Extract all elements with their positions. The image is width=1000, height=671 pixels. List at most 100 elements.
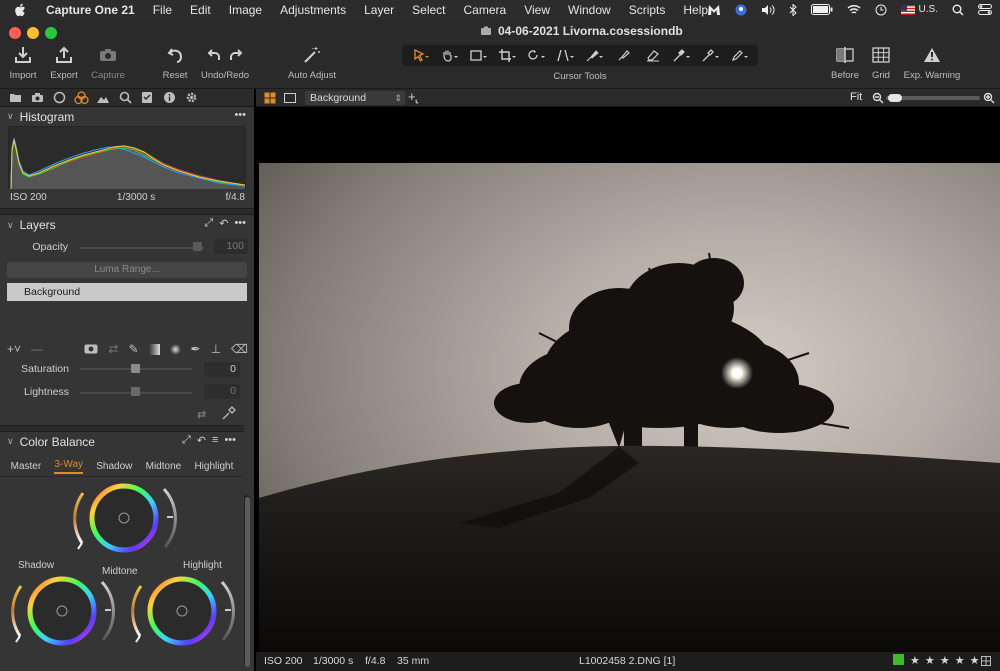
- capture-button[interactable]: Capture: [89, 44, 127, 81]
- menu-window[interactable]: Window: [568, 3, 611, 17]
- time-machine-icon[interactable]: [875, 4, 887, 16]
- show-mask-icon[interactable]: [84, 344, 98, 354]
- zoom-slider-handle[interactable]: [888, 94, 902, 102]
- grid-toggle-icon[interactable]: [981, 656, 991, 666]
- opacity-slider-handle[interactable]: [193, 242, 202, 251]
- heal-brush-icon[interactable]: ✒: [191, 342, 201, 356]
- tab-highlight[interactable]: Highlight: [194, 461, 233, 472]
- more-options-icon[interactable]: •••: [234, 217, 246, 230]
- swap-mask-icon[interactable]: ⇄: [108, 342, 118, 356]
- user-account-icon[interactable]: [735, 4, 747, 16]
- reset-tool-icon[interactable]: ↶: [197, 434, 206, 447]
- minimize-window-button[interactable]: [27, 27, 39, 39]
- erase-mask-icon[interactable]: ⌫: [231, 342, 248, 356]
- tab-lens[interactable]: [51, 91, 67, 105]
- wb-cursor-tool[interactable]: [697, 47, 725, 64]
- linear-gradient-icon[interactable]: [148, 343, 160, 355]
- reset-button[interactable]: Reset: [160, 44, 190, 81]
- tab-library[interactable]: [7, 91, 23, 105]
- collapse-chevron-icon[interactable]: ∨: [7, 111, 14, 122]
- volume-icon[interactable]: [761, 4, 775, 16]
- undo-redo-button[interactable]: Undo/Redo: [199, 44, 251, 81]
- auto-adjust-button[interactable]: Auto Adjust: [284, 44, 340, 81]
- tab-adjustments[interactable]: [139, 91, 155, 105]
- tab-color[interactable]: [73, 90, 89, 105]
- menu-select[interactable]: Select: [412, 3, 445, 17]
- malwarebytes-icon[interactable]: [707, 4, 721, 16]
- more-options-icon[interactable]: •••: [224, 434, 236, 447]
- zoom-out-icon[interactable]: [872, 92, 884, 104]
- lightness-value[interactable]: 0: [204, 384, 240, 399]
- layers-header[interactable]: ∨ Layers ⤢ ↶ •••: [0, 215, 254, 235]
- tab-master[interactable]: Master: [11, 461, 42, 472]
- swap-icon[interactable]: ⇄: [197, 408, 206, 421]
- app-menu[interactable]: Capture One 21: [46, 3, 135, 17]
- multi-view-icon[interactable]: [264, 92, 276, 104]
- draw-mask-icon[interactable]: ✎: [128, 342, 138, 356]
- color-tag-badge[interactable]: [893, 654, 904, 665]
- expand-icon[interactable]: ⤢: [204, 217, 213, 230]
- tab-settings[interactable]: [183, 91, 199, 105]
- panel-scrollbar-thumb[interactable]: [245, 497, 250, 667]
- brush-cursor-tool[interactable]: [581, 47, 609, 64]
- collapse-chevron-icon[interactable]: ∨: [7, 436, 14, 447]
- gradient-cursor-tool[interactable]: [610, 47, 638, 64]
- crop-cursor-tool[interactable]: [494, 47, 522, 64]
- histogram-header[interactable]: ∨ Histogram •••: [0, 107, 254, 126]
- eraser-cursor-tool[interactable]: [639, 47, 667, 64]
- opacity-slider[interactable]: [80, 247, 204, 249]
- before-button[interactable]: Before: [828, 44, 862, 81]
- wifi-icon[interactable]: [847, 4, 861, 15]
- add-layer-icon[interactable]: +˅: [7, 342, 21, 356]
- menu-image[interactable]: Image: [229, 3, 262, 17]
- apple-icon[interactable]: [14, 3, 26, 17]
- import-button[interactable]: Import: [6, 44, 40, 81]
- menu-file[interactable]: File: [153, 3, 172, 17]
- picker-icon[interactable]: [222, 406, 236, 420]
- opacity-value[interactable]: 100: [214, 239, 248, 254]
- presets-menu-icon[interactable]: ≡: [212, 434, 218, 447]
- collapse-chevron-icon[interactable]: ∨: [7, 220, 14, 231]
- menu-help[interactable]: Help: [683, 3, 708, 17]
- rotate-cursor-tool[interactable]: [523, 47, 551, 64]
- saturation-slider-handle[interactable]: [131, 364, 140, 373]
- close-window-button[interactable]: [9, 27, 21, 39]
- zoom-in-icon[interactable]: [983, 92, 995, 104]
- highlight-wheel[interactable]: [128, 574, 238, 648]
- radial-gradient-icon[interactable]: [169, 343, 181, 355]
- bluetooth-icon[interactable]: [789, 3, 797, 16]
- luma-range-button[interactable]: Luma Range...: [7, 262, 247, 278]
- photo-preview[interactable]: [259, 163, 1000, 652]
- more-options-icon[interactable]: •••: [234, 109, 246, 121]
- tab-details[interactable]: [117, 91, 133, 105]
- menu-adjustments[interactable]: Adjustments: [280, 3, 346, 17]
- reset-tool-icon[interactable]: ↶: [219, 217, 228, 230]
- keystone-cursor-tool[interactable]: [552, 47, 580, 64]
- menu-scripts[interactable]: Scripts: [629, 3, 666, 17]
- add-layer-plus-icon[interactable]: +̢: [408, 89, 416, 104]
- zoom-fit-label[interactable]: Fit: [850, 91, 862, 103]
- menu-view[interactable]: View: [524, 3, 550, 17]
- tab-midtone[interactable]: Midtone: [146, 461, 182, 472]
- remove-layer-icon[interactable]: —: [31, 342, 43, 356]
- control-center-icon[interactable]: [978, 4, 992, 15]
- zoom-cursor-tool[interactable]: [465, 47, 493, 64]
- exposure-warning-button[interactable]: Exp. Warning: [900, 44, 964, 81]
- single-view-icon[interactable]: [284, 92, 296, 104]
- lightness-slider-handle[interactable]: [131, 387, 140, 396]
- tab-3-way[interactable]: 3-Way: [54, 459, 83, 474]
- flag-icon[interactable]: U.S.: [900, 4, 938, 15]
- tab-exposure[interactable]: [95, 91, 111, 105]
- saturation-value[interactable]: 0: [204, 362, 240, 377]
- midtone-wheel[interactable]: [70, 481, 180, 555]
- expand-icon[interactable]: ⤢: [182, 434, 191, 447]
- select-cursor-tool[interactable]: [407, 47, 435, 64]
- spotlight-icon[interactable]: [952, 4, 964, 16]
- annotate-cursor-tool[interactable]: [726, 47, 754, 64]
- export-button[interactable]: Export: [47, 44, 81, 81]
- shadow-wheel[interactable]: [8, 574, 118, 648]
- pan-cursor-tool[interactable]: [436, 47, 464, 64]
- picker-cursor-tool[interactable]: [668, 47, 696, 64]
- layer-select[interactable]: Background ⇕: [305, 91, 405, 105]
- battery-icon[interactable]: [810, 4, 833, 15]
